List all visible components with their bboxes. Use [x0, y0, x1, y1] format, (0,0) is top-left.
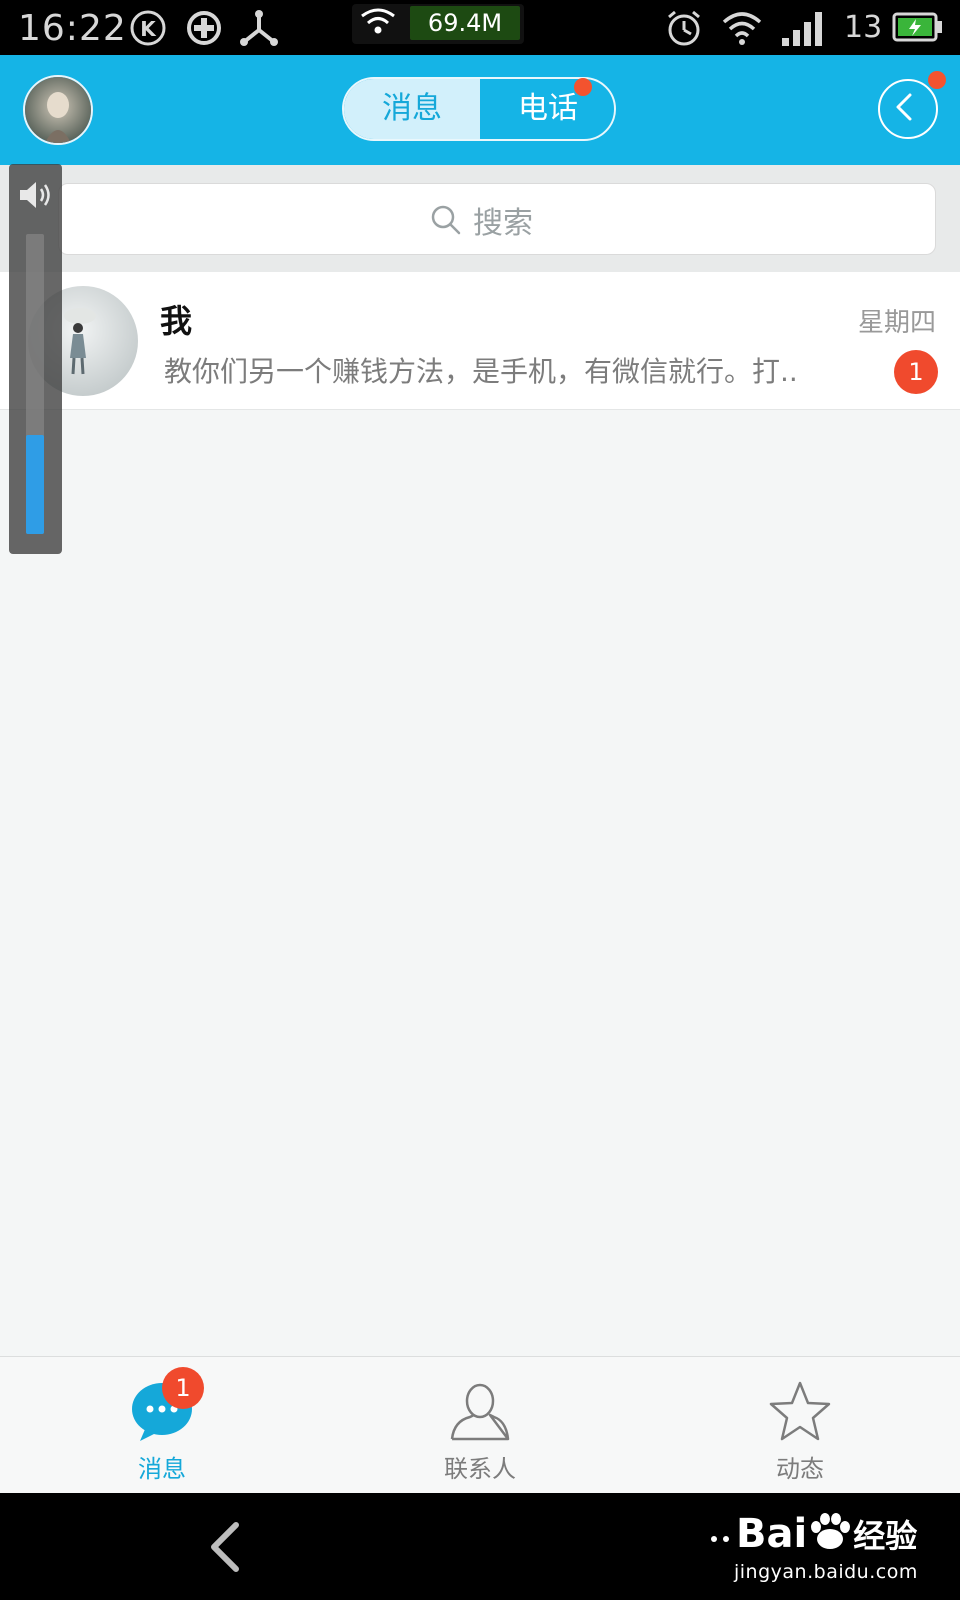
usb-share-icon: [240, 10, 278, 46]
watermark-brand: Bai 经验: [736, 1511, 918, 1557]
volume-level-fill: [26, 435, 44, 534]
calls-notification-dot: [574, 78, 592, 96]
battery-charging-icon: [892, 12, 942, 42]
conversation-row[interactable]: 我 星期四 教你们另一个赚钱方法，是手机，有微信就行。打.. 1: [0, 272, 960, 410]
search-input[interactable]: 搜索: [58, 183, 936, 255]
contacts-icon: [450, 1383, 510, 1441]
bottom-tab-messages-label: 消息: [138, 1455, 186, 1483]
search-placeholder: 搜索: [473, 206, 533, 241]
search-icon: [431, 205, 461, 235]
back-notification-dot: [928, 71, 946, 89]
k-app-icon: K: [130, 10, 166, 46]
messages-tab-badge: 1: [162, 1367, 204, 1409]
nav-back-icon[interactable]: [200, 1519, 250, 1575]
net-speed-value: 69.4M: [410, 6, 520, 40]
volume-overlay: [9, 164, 62, 554]
bottom-tab-bar: 1 消息 联系人 动态: [0, 1356, 960, 1494]
app-header: 消息 电话: [0, 55, 960, 165]
system-nav-bar: Bai 经验 jingyan.baidu.com: [0, 1493, 960, 1600]
back-button[interactable]: [878, 79, 938, 139]
watermark-dots-icon: [711, 1536, 729, 1542]
search-area: 搜索: [0, 165, 960, 272]
profile-avatar[interactable]: [23, 75, 93, 145]
conversation-preview: 教你们另一个赚钱方法，是手机，有微信就行。打..: [164, 355, 798, 388]
sync-icon: [187, 11, 221, 45]
chevron-left-icon: [896, 93, 912, 121]
bottom-tab-contacts[interactable]: 联系人: [380, 1357, 580, 1494]
bottom-tab-moments[interactable]: 动态: [700, 1357, 900, 1494]
bottom-tab-messages[interactable]: 1 消息: [62, 1357, 262, 1494]
star-icon: [769, 1381, 831, 1441]
watermark-url: jingyan.baidu.com: [734, 1561, 918, 1583]
speaker-icon: [20, 182, 50, 208]
alarm-icon: [668, 10, 700, 46]
status-bar: 16:22 K 69.4M 13: [0, 0, 960, 55]
svg-text:K: K: [140, 17, 157, 41]
baidu-paw-icon: [811, 1513, 851, 1549]
wifi-small-icon: [361, 8, 395, 34]
wifi-icon: [722, 12, 762, 45]
conversation-time: 星期四: [857, 308, 936, 338]
tab-calls[interactable]: 电话: [480, 79, 614, 139]
signal-icon: [782, 12, 822, 46]
tab-messages[interactable]: 消息: [344, 79, 480, 139]
bottom-tab-moments-label: 动态: [776, 1455, 824, 1483]
battery-level: 13: [844, 10, 883, 45]
status-time: 16:22: [18, 8, 127, 49]
conversation-name: 我: [160, 302, 193, 340]
unread-badge: 1: [894, 350, 938, 394]
bottom-tab-contacts-label: 联系人: [444, 1455, 516, 1483]
